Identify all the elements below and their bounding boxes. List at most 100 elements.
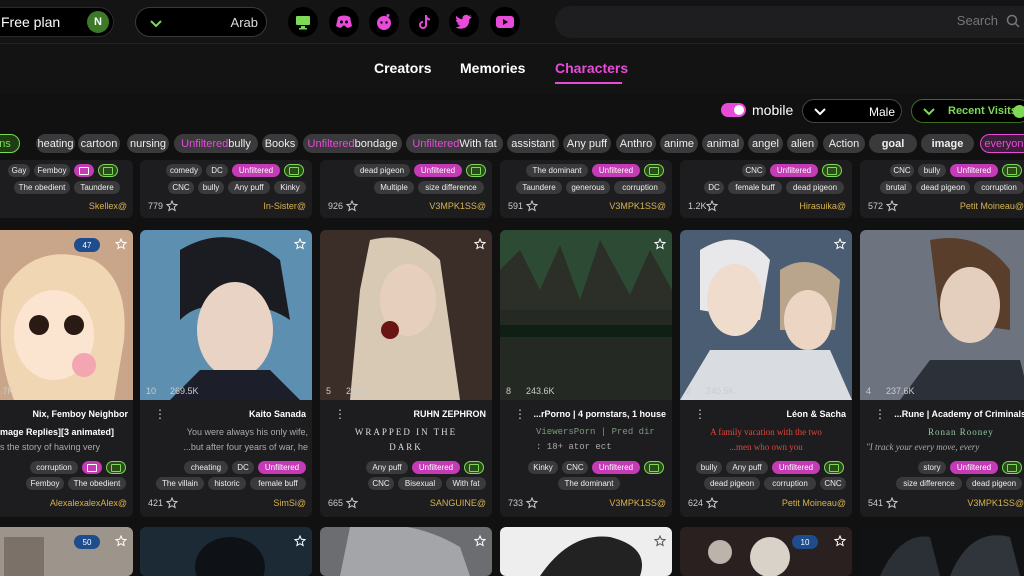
tag-chip[interactable]: goal: [869, 134, 917, 153]
card-tag[interactable]: dead pigeon: [786, 181, 844, 194]
card-author[interactable]: V3MPK1SS@: [429, 201, 486, 211]
tag-chip[interactable]: Books: [262, 134, 298, 153]
card-author[interactable]: SANGUINE@: [430, 498, 486, 508]
star-icon[interactable]: [346, 497, 358, 509]
character-portrait[interactable]: [140, 527, 312, 576]
star-icon[interactable]: [706, 497, 718, 509]
search-input[interactable]: [908, 13, 998, 28]
reddit-icon[interactable]: [369, 7, 399, 37]
more-icon[interactable]: ⋮: [334, 407, 346, 421]
star-icon[interactable]: [886, 497, 898, 509]
tag-chip[interactable]: Unfiltered bondage: [303, 134, 402, 153]
card-tag[interactable]: CNC: [742, 164, 766, 177]
tag-chip[interactable]: alien: [787, 134, 818, 153]
character-card[interactable]: [320, 527, 492, 576]
card-tag[interactable]: Unfiltered: [592, 461, 640, 474]
star-icon[interactable]: [346, 200, 358, 212]
tag-chip[interactable]: animal: [702, 134, 744, 153]
card-title[interactable]: ...Rune | Academy of Criminals: [886, 409, 1024, 419]
card-tag[interactable]: The obedient: [14, 181, 70, 194]
character-card[interactable]: CNC bully Unfiltered brutal dead pigeon …: [860, 160, 1024, 218]
star-icon[interactable]: [166, 200, 178, 212]
character-card[interactable]: 8 243.6K ⋮ ...rPorno | 4 pornstars, 1 ho…: [500, 230, 672, 517]
tag-chip[interactable]: Action: [823, 134, 865, 153]
card-tag[interactable]: dead pigeon: [966, 477, 1022, 490]
star-icon[interactable]: [294, 238, 306, 250]
star-icon[interactable]: [166, 497, 178, 509]
youtube-icon[interactable]: [490, 7, 520, 37]
tag-chip[interactable]: everyone: [980, 134, 1024, 153]
tag-chip[interactable]: Any puff: [563, 134, 611, 153]
star-icon[interactable]: [834, 535, 846, 547]
language-select[interactable]: Arab: [135, 7, 267, 37]
tiktok-icon[interactable]: [409, 7, 439, 37]
character-card[interactable]: CNC Unfiltered DC female buff dead pigeo…: [680, 160, 852, 218]
character-card[interactable]: 4 237.6K ⋮ ...Rune | Academy of Criminal…: [860, 230, 1024, 517]
star-icon[interactable]: [526, 200, 538, 212]
card-tag[interactable]: dead pigeon: [916, 181, 970, 194]
card-tag[interactable]: brutal: [880, 181, 912, 194]
tag-chip[interactable]: cartoon: [78, 134, 120, 153]
card-tag[interactable]: story: [918, 461, 946, 474]
more-icon[interactable]: ⋮: [694, 407, 706, 421]
twitter-icon[interactable]: [449, 7, 479, 37]
character-card[interactable]: comedy DC Unfiltered CNC bully Any puff …: [140, 160, 312, 218]
more-icon[interactable]: ⋮: [874, 407, 886, 421]
card-author[interactable]: Skellex@: [89, 201, 127, 211]
tag-chip[interactable]: Anthro: [616, 134, 656, 153]
monitor-icon[interactable]: [288, 7, 318, 37]
card-tag[interactable]: cheating: [184, 461, 228, 474]
star-icon[interactable]: [115, 238, 127, 250]
card-tag[interactable]: Taundere: [74, 181, 120, 194]
card-tag[interactable]: Unfiltered: [232, 164, 280, 177]
tag-chip[interactable]: Unfiltered bully: [174, 134, 258, 153]
character-card[interactable]: The dominant Unfiltered Taundere generou…: [500, 160, 672, 218]
star-icon[interactable]: [526, 497, 538, 509]
tab-characters[interactable]: Characters: [555, 60, 628, 76]
character-card[interactable]: Gay Femboy The obedient Taundere Skellex…: [0, 160, 133, 218]
card-tag[interactable]: Kinky: [528, 461, 558, 474]
card-author[interactable]: Hirasuika@: [799, 201, 846, 211]
star-icon[interactable]: [886, 200, 898, 212]
card-tag[interactable]: Femboy: [26, 477, 64, 490]
card-tag[interactable]: Unfiltered: [950, 461, 998, 474]
card-tag[interactable]: Unfiltered: [412, 461, 460, 474]
character-portrait[interactable]: [680, 230, 852, 400]
star-icon[interactable]: [474, 238, 486, 250]
card-title[interactable]: RUHN ZEPHRON: [366, 409, 486, 419]
card-tag[interactable]: Gay: [8, 164, 30, 177]
card-tag[interactable]: With fat: [446, 477, 486, 490]
card-title[interactable]: Kaito Sanada: [186, 409, 306, 419]
card-tag[interactable]: CNC: [562, 461, 588, 474]
plan-button[interactable]: Free plan N: [0, 7, 114, 37]
card-tag[interactable]: The dominant: [558, 477, 620, 490]
star-icon[interactable]: [706, 200, 718, 212]
card-tag[interactable]: CNC: [168, 181, 194, 194]
card-tag[interactable]: comedy: [166, 164, 202, 177]
card-title[interactable]: Léon & Sacha: [726, 409, 846, 419]
star-icon[interactable]: [654, 238, 666, 250]
character-portrait[interactable]: [500, 527, 672, 576]
card-tag[interactable]: historic: [208, 477, 246, 490]
tab-memories[interactable]: Memories: [460, 60, 525, 76]
character-portrait[interactable]: [0, 527, 133, 576]
character-card[interactable]: 10: [680, 527, 852, 576]
avatar[interactable]: N: [87, 11, 109, 33]
card-tag[interactable]: CNC: [368, 477, 394, 490]
card-tag[interactable]: female buff: [250, 477, 306, 490]
tag-chip[interactable]: angel: [748, 134, 783, 153]
card-tag[interactable]: corruption: [614, 181, 666, 194]
card-tag[interactable]: size difference: [896, 477, 962, 490]
card-tag[interactable]: CNC: [820, 477, 846, 490]
card-tag[interactable]: Unfiltered: [592, 164, 640, 177]
card-title[interactable]: ...rPorno | 4 pornstars, 1 house: [518, 409, 666, 419]
character-portrait[interactable]: [140, 230, 312, 400]
tag-chip[interactable]: anime: [660, 134, 698, 153]
character-portrait[interactable]: [0, 230, 133, 400]
card-author[interactable]: Petit Moineau@: [960, 201, 1024, 211]
card-tag[interactable]: DC: [232, 461, 254, 474]
card-author[interactable]: AlexalexalexAlex@: [50, 498, 127, 508]
tag-chip[interactable]: heating: [36, 134, 75, 153]
tag-chip[interactable]: ns: [0, 134, 20, 153]
character-card[interactable]: 50: [0, 527, 133, 576]
